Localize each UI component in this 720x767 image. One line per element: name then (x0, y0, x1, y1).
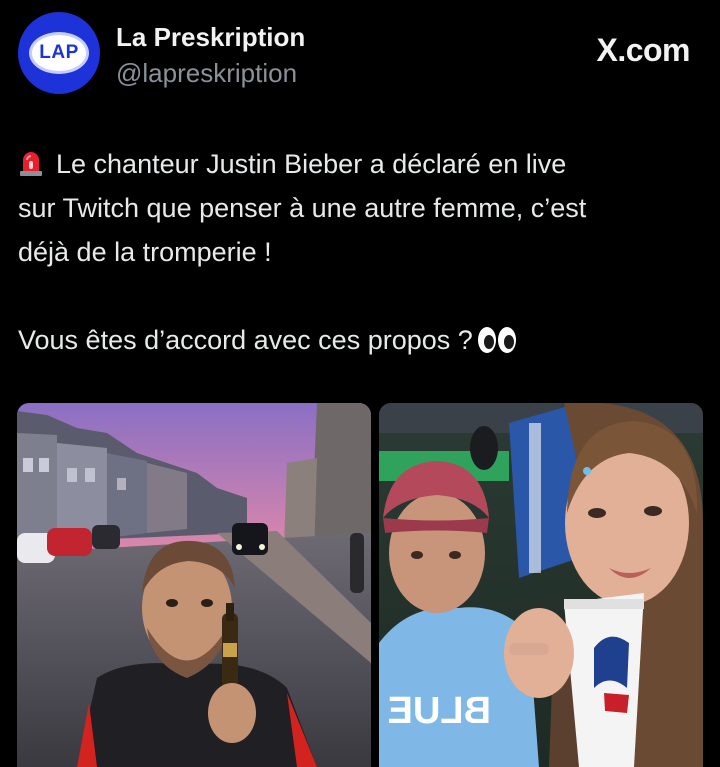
source-label: X.com (596, 32, 690, 68)
jersey-text: BLUE J (379, 690, 491, 732)
post-line-3: déjà de la tromperie ! (18, 237, 272, 267)
post-line-1: Le chanteur Justin Bieber a déclaré en l… (56, 149, 567, 179)
street-sunset-photo (17, 403, 371, 767)
post-line: Vous êtes d’accord avec ces propos ? (18, 318, 708, 362)
eyes-icon (477, 327, 516, 353)
post-body: Le chanteur Justin Bieber a déclaré en l… (18, 142, 708, 362)
post-header: LAP La Preskription @lapreskription X.co… (18, 12, 702, 98)
post-line: Le chanteur Justin Bieber a déclaré en l… (18, 142, 708, 186)
avatar[interactable]: LAP (18, 12, 100, 94)
post-line-2: sur Twitch que penser à une autre femme,… (18, 193, 587, 223)
avatar-logo: LAP (29, 32, 89, 74)
post-line-4: Vous êtes d’accord avec ces propos ? (18, 325, 473, 355)
media-photo-right[interactable]: BLUE J (379, 403, 703, 767)
user-handle[interactable]: @lapreskription (116, 58, 297, 89)
stadium-selfie-photo: BLUE J (379, 403, 703, 767)
display-name[interactable]: La Preskription (116, 22, 305, 53)
media-photo-left[interactable] (17, 403, 371, 767)
rotating-light-icon (20, 152, 42, 176)
